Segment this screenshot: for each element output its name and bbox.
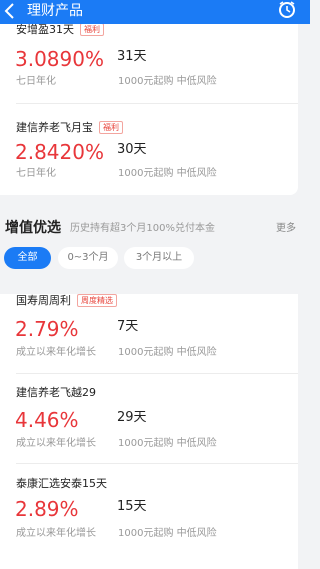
product-name: 建信养老飞越29 [16, 386, 96, 399]
section-title: 增值优选 [5, 220, 61, 236]
product-card-list: 国寿周周利 周度精选 2.79% 7天 成立以来年化增长 1000元起购 中低风险… [0, 294, 298, 569]
filter-tabs: 全部 0~3个月 3个月以上 [0, 247, 310, 269]
rate-label: 七日年化 [16, 76, 56, 87]
product-item[interactable]: 国寿周周利 周度精选 2.79% 7天 成立以来年化增长 1000元起购 中低风险 [0, 294, 298, 374]
product-rate: 2.89% [15, 497, 79, 521]
filter-over-3-months[interactable]: 3个月以上 [124, 247, 194, 269]
product-info: 1000元起购 中低风险 [118, 528, 217, 539]
product-rate: 3.0890% [15, 47, 104, 71]
filter-0-3-months[interactable]: 0~3个月 [58, 247, 118, 269]
product-rate: 2.8420% [15, 140, 104, 164]
product-term: 15天 [117, 499, 147, 514]
page-title: 理财产品 [27, 3, 83, 19]
chevron-left-icon[interactable] [2, 0, 18, 22]
product-tag: 周度精选 [77, 294, 117, 307]
product-term: 29天 [117, 410, 147, 425]
product-term: 7天 [117, 319, 139, 334]
product-name: 安增盈31天 福利 [16, 23, 104, 37]
filter-all[interactable]: 全部 [4, 247, 51, 269]
product-info: 1000元起购 中低风险 [118, 168, 217, 179]
product-rate: 2.79% [15, 317, 79, 341]
product-tag: 福利 [80, 23, 104, 36]
section-subtitle: 历史持有超3个月100%兑付本金 [70, 223, 215, 234]
product-item[interactable]: 安增盈31天 福利 3.0890% 31天 七日年化 1000元起购 中低风险 [0, 23, 298, 104]
product-info: 1000元起购 中低风险 [118, 438, 217, 449]
section-header: 增值优选 历史持有超3个月100%兑付本金 更多 [0, 218, 310, 240]
product-rate: 4.46% [15, 408, 79, 432]
product-card-top: 安增盈31天 福利 3.0890% 31天 七日年化 1000元起购 中低风险 建… [0, 23, 298, 195]
more-link[interactable]: 更多 [276, 222, 296, 235]
product-item[interactable]: 建信养老飞月宝 福利 2.8420% 30天 七日年化 1000元起购 中低风险 [0, 104, 298, 194]
rate-label: 成立以来年化增长 [16, 438, 96, 449]
product-tag: 福利 [99, 121, 123, 134]
top-bar: 理财产品 [0, 0, 310, 24]
product-term: 30天 [117, 142, 147, 157]
product-info: 1000元起购 中低风险 [118, 76, 217, 87]
rate-label: 成立以来年化增长 [16, 528, 96, 539]
clock-icon[interactable] [277, 0, 297, 20]
product-name: 国寿周周利 周度精选 [16, 294, 117, 308]
product-term: 31天 [117, 49, 147, 64]
product-name: 泰康汇选安泰15天 [16, 477, 107, 490]
product-item[interactable]: 建信养老飞越29 4.46% 29天 成立以来年化增长 1000元起购 中低风险 [0, 374, 298, 464]
product-name: 建信养老飞月宝 福利 [16, 121, 123, 135]
product-info: 1000元起购 中低风险 [118, 347, 217, 358]
rate-label: 七日年化 [16, 168, 56, 179]
product-item[interactable]: 泰康汇选安泰15天 2.89% 15天 成立以来年化增长 1000元起购 中低风… [0, 464, 298, 554]
rate-label: 成立以来年化增长 [16, 347, 96, 358]
